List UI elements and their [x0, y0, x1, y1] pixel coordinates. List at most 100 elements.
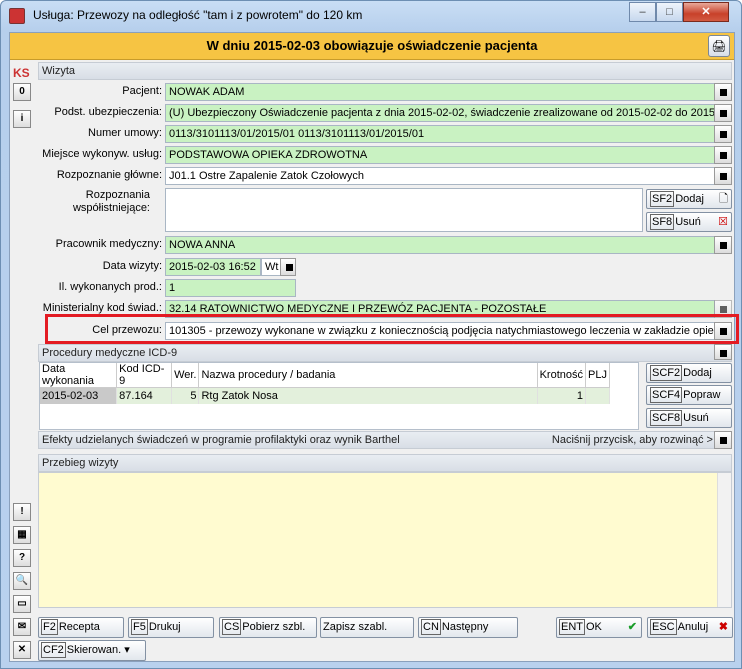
pacjent-label: Pacjent: [122, 85, 162, 97]
podst-field[interactable]: (U) Ubezpieczony Oświadczenie pacjenta z… [165, 104, 715, 122]
pacjent-select-button[interactable] [714, 83, 732, 101]
rozpoznanie-select-button[interactable] [714, 167, 732, 185]
f2-recepta-button[interactable]: F2 Recepta [38, 617, 124, 638]
f5-drukuj-button[interactable]: F5 Drukuj [128, 617, 214, 638]
podst-select-button[interactable] [714, 104, 732, 122]
cell-kod[interactable]: 87.164 [116, 387, 173, 404]
cn-nastepny-button[interactable]: CN Następny [418, 617, 518, 638]
col-kod[interactable]: Kod ICD-9 [116, 363, 173, 388]
mail-icon[interactable]: ✉ [13, 618, 31, 636]
cf2-key: CF2 [41, 642, 66, 658]
wizyta-header: Wizyta [38, 62, 732, 80]
print-icon[interactable]: 🖨 [708, 35, 730, 57]
cs-key: CS [222, 619, 242, 635]
nastepny-label: Następny [441, 621, 489, 633]
window: Usługa: Przewozy na odległość "tam i z p… [0, 0, 742, 669]
zero-button[interactable]: 0 [13, 83, 31, 101]
f2-key: F2 [41, 619, 58, 635]
skierowan-label: Skierowan. [66, 644, 122, 656]
umowa-field[interactable]: 0113/3101113/01/2015/01 0113/3101113/01/… [165, 125, 715, 143]
col-data[interactable]: Data wykonania [40, 363, 118, 388]
procedury-collapse-button[interactable] [714, 344, 732, 360]
scf4-popraw-button[interactable]: SCF4 Popraw [646, 385, 732, 405]
weekday-field: Wt [261, 258, 282, 276]
scf2-dodaj-button[interactable]: SCF2 Dodaj [646, 363, 732, 383]
col-wer[interactable]: Wer. [171, 363, 200, 388]
miejsce-select-button[interactable] [714, 146, 732, 164]
rozpoznania-wsp-label: Rozpoznania współistniejące: [72, 189, 150, 214]
col-krotnosc[interactable]: Krotność [537, 363, 587, 388]
image-icon[interactable]: ▭ [13, 595, 31, 613]
cell-nazwa[interactable]: Rtg Zatok Nosa [198, 387, 538, 404]
scf8-key: SCF8 [650, 410, 683, 426]
pracownik-label: Pracownik medyczny: [55, 238, 162, 250]
rozpoznania-wsp-list[interactable] [165, 188, 643, 232]
cell-plj[interactable] [585, 387, 610, 404]
prod-field[interactable]: 1 [165, 279, 296, 297]
scf4-key: SCF4 [650, 387, 683, 403]
podst-label: Podst. ubezpieczenia: [54, 106, 162, 118]
cs-pobierz-button[interactable]: CS Pobierz szbl. [219, 617, 317, 638]
miejsce-field[interactable]: PODSTAWOWA OPIEKA ZDROWOTNA [165, 146, 715, 164]
ok-label: OK [586, 621, 602, 633]
procedury-grid[interactable]: Data wykonania Kod ICD-9 Wer. Nazwa proc… [39, 362, 639, 430]
kod-label: Ministerialny kod świad.: [42, 302, 162, 314]
add-doc-icon: 🗋 [719, 193, 728, 205]
close-x-icon[interactable]: ✕ [13, 641, 31, 659]
sf8-usun-button[interactable]: SF8 Usuń ☒ [646, 212, 732, 232]
col-plj[interactable]: PLJ [585, 363, 610, 388]
minimize-button[interactable]: – [629, 2, 656, 22]
przebieg-notes[interactable] [38, 472, 732, 608]
sf2-key: SF2 [650, 191, 675, 207]
cell-data[interactable]: 2015-02-03 [40, 387, 118, 404]
cell-krotnosc[interactable]: 1 [537, 387, 587, 404]
przebieg-header: Przebieg wizyty [38, 454, 732, 472]
maximize-button[interactable]: □ [656, 2, 683, 22]
rozpoznanie-field[interactable]: J01.1 Ostre Zapalenie Zatok Czołowych [165, 167, 715, 185]
scf8-usun-button[interactable]: SCF8 Usuń [646, 408, 732, 428]
rozpoznanie-label: Rozpoznanie główne: [56, 169, 162, 181]
sf8-key: SF8 [650, 214, 675, 230]
close-button[interactable]: ✕ [683, 2, 729, 22]
miejsce-label: Miejsce wykonyw. usług: [42, 148, 162, 160]
cell-wer[interactable]: 5 [171, 387, 200, 404]
efekty-header: Efekty udzielanych świadczeń w programie… [38, 431, 732, 449]
highlight-box [45, 314, 739, 344]
drukuj-label: Drukuj [148, 621, 181, 633]
efekty-expand-button[interactable] [714, 431, 732, 449]
search-icon[interactable]: 🔍 [13, 572, 31, 590]
date-picker-button[interactable] [280, 258, 296, 276]
titlebar: Usługa: Przewozy na odległość "tam i z p… [1, 1, 741, 29]
table-row[interactable]: 2015-02-03 87.164 5 Rtg Zatok Nosa 1 [40, 387, 610, 404]
esc-key: ESC [650, 619, 677, 635]
delete-icon: ☒ [718, 216, 728, 228]
cf2-skierowan-button[interactable]: CF2 Skierowan. ▾ [38, 640, 146, 661]
col-nazwa[interactable]: Nazwa procedury / badania [198, 363, 538, 388]
umowa-label: Numer umowy: [88, 127, 162, 139]
pracownik-field[interactable]: NOWA ANNA [165, 236, 715, 254]
sf2-dodaj-button[interactable]: SF2 Dodaj 🗋 [646, 189, 732, 209]
info-button[interactable]: i [13, 110, 31, 128]
check-icon: ✔ [627, 621, 637, 633]
data-wizyty-field[interactable]: 2015-02-03 16:52 [165, 258, 261, 276]
cancel-x-icon: ✖ [718, 621, 728, 633]
popraw-label: Popraw [683, 389, 721, 401]
dodaj-label: Dodaj [683, 367, 712, 379]
ent-ok-button[interactable]: ENT OK ✔ [556, 617, 642, 638]
info2-button[interactable]: ! [13, 503, 31, 521]
procedury-header: Procedury medyczne ICD-9 [38, 344, 732, 362]
pacjent-field[interactable]: NOWAK ADAM [165, 83, 715, 101]
esc-anuluj-button[interactable]: ESC Anuluj ✖ [647, 617, 733, 638]
notes-scrollbar[interactable] [717, 473, 731, 607]
cn-key: CN [421, 619, 441, 635]
umowa-select-button[interactable] [714, 125, 732, 143]
efekty-hint: Naciśnij przycisk, aby rozwinąć > [551, 434, 713, 446]
window-title: Usługa: Przewozy na odległość "tam i z p… [33, 8, 363, 22]
calculator-icon[interactable]: ▦ [13, 526, 31, 544]
zapisz-szabl-button[interactable]: Zapisz szabl. [320, 617, 414, 638]
app-icon [9, 8, 25, 24]
usun-label: Usuń [675, 216, 701, 228]
anuluj-label: Anuluj [677, 621, 709, 633]
help-icon[interactable]: ? [13, 549, 31, 567]
pracownik-select-button[interactable] [714, 236, 732, 254]
